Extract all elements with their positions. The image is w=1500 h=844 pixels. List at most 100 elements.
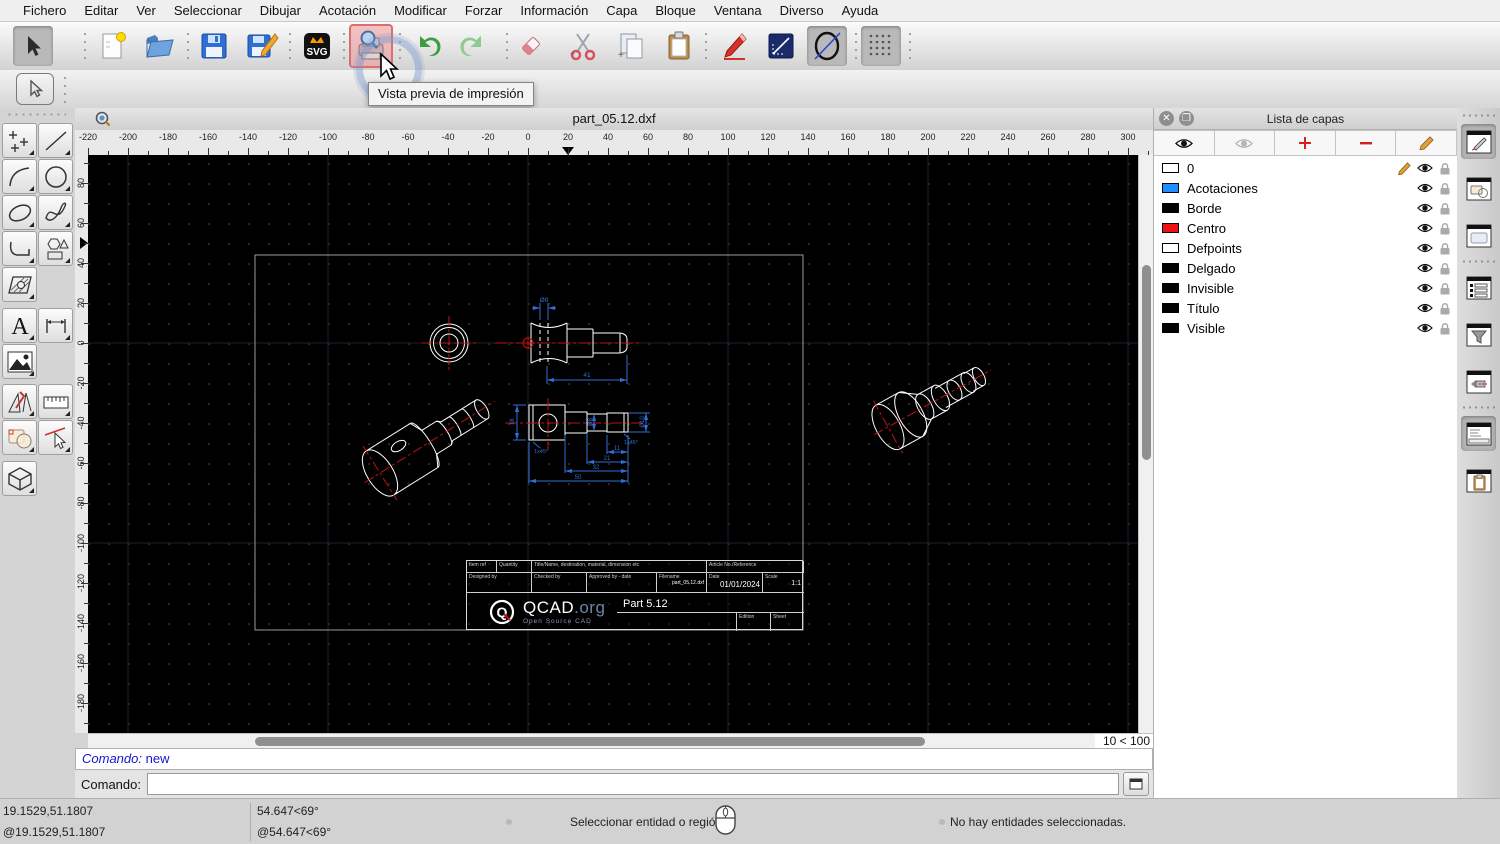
selection-filter-toggle-button[interactable] xyxy=(1461,317,1496,352)
command-input[interactable] xyxy=(146,773,1119,795)
layer-row-título[interactable]: Título xyxy=(1154,298,1457,318)
float-panel-icon[interactable]: ❐ xyxy=(1179,111,1194,126)
ellipse-palette-button[interactable] xyxy=(2,195,37,230)
lock-icon[interactable] xyxy=(1439,202,1451,215)
edit-pencil-icon[interactable] xyxy=(1397,161,1411,175)
open-file-button[interactable] xyxy=(140,26,180,66)
line-tool-button[interactable] xyxy=(761,26,801,66)
undo-button[interactable] xyxy=(407,26,447,66)
copy-button[interactable]: + xyxy=(611,26,651,66)
edit-layer-button[interactable] xyxy=(1396,130,1457,156)
lock-icon[interactable] xyxy=(1439,242,1451,255)
menu-dibujar[interactable]: Dibujar xyxy=(251,0,310,22)
command-options-button[interactable] xyxy=(1123,772,1149,796)
paste-button[interactable] xyxy=(659,26,699,66)
menu-editar[interactable]: Editar xyxy=(75,0,127,22)
layer-row-visible[interactable]: Visible xyxy=(1154,318,1457,338)
arc-tool-button[interactable] xyxy=(2,159,37,194)
menu-modificar[interactable]: Modificar xyxy=(385,0,456,22)
vertical-scrollbar[interactable] xyxy=(1138,155,1153,733)
save-as-button[interactable] xyxy=(242,26,282,66)
layer-row-delgado[interactable]: Delgado xyxy=(1154,258,1457,278)
eye-icon[interactable] xyxy=(1417,222,1433,234)
draw-pencil-button[interactable] xyxy=(714,26,754,66)
hide-all-layers-button[interactable] xyxy=(1214,130,1276,156)
close-panel-icon[interactable]: ✕ xyxy=(1159,111,1174,126)
redo-button[interactable] xyxy=(454,26,494,66)
measure-tool-button[interactable] xyxy=(38,384,73,419)
select-tool-button[interactable] xyxy=(16,73,54,105)
library-browser-toggle-button[interactable] xyxy=(1461,218,1496,253)
property-editor-toggle-button[interactable] xyxy=(1461,270,1496,305)
layer-row-centro[interactable]: Centro xyxy=(1154,218,1457,238)
menu-información[interactable]: Información xyxy=(511,0,597,22)
layer-row-invisible[interactable]: Invisible xyxy=(1154,278,1457,298)
lock-icon[interactable] xyxy=(1439,262,1451,275)
layer-list-toggle-button[interactable] xyxy=(1461,124,1496,159)
lock-icon[interactable] xyxy=(1439,162,1451,175)
menu-fichero[interactable]: Fichero xyxy=(14,0,75,22)
layer-row-defpoints[interactable]: Defpoints xyxy=(1154,238,1457,258)
eye-icon[interactable] xyxy=(1417,262,1433,274)
image-tool-button[interactable] xyxy=(2,344,37,379)
dimension-tool-button[interactable] xyxy=(38,308,73,343)
lock-icon[interactable] xyxy=(1439,302,1451,315)
view-toggle-button[interactable] xyxy=(1461,364,1496,399)
block-tools-button[interactable] xyxy=(2,420,37,455)
print-preview-button[interactable] xyxy=(349,24,393,68)
eye-icon[interactable] xyxy=(1417,322,1433,334)
solid-3d-tool-button[interactable] xyxy=(2,461,37,496)
menu-capa[interactable]: Capa xyxy=(597,0,646,22)
svg-export-button[interactable]: SVG xyxy=(297,26,337,66)
lock-icon[interactable] xyxy=(1439,322,1451,335)
hatch-tool-button[interactable] xyxy=(2,267,37,302)
text-tool-button[interactable]: A xyxy=(2,308,37,343)
menu-diverso[interactable]: Diverso xyxy=(771,0,833,22)
eraser-button[interactable] xyxy=(511,26,551,66)
palette-drag-handle[interactable] xyxy=(6,113,66,116)
menu-ver[interactable]: Ver xyxy=(127,0,165,22)
horizontal-scrollbar[interactable] xyxy=(88,733,1095,748)
remove-layer-button[interactable] xyxy=(1335,130,1397,156)
eye-icon[interactable] xyxy=(1417,282,1433,294)
cut-button[interactable]: + xyxy=(563,26,603,66)
layer-panel-header[interactable]: ✕ ❐ Lista de capas xyxy=(1154,108,1457,130)
drawing-canvas[interactable]: Ø8 41 18 1x45° Ø8 Ø10 1x45° 11 21 32 50 xyxy=(88,155,1138,733)
clipboard-panel-button[interactable] xyxy=(1461,463,1496,498)
h-scroll-thumb[interactable] xyxy=(255,737,925,746)
layer-row-0[interactable]: 0 xyxy=(1154,158,1457,178)
menu-acotación[interactable]: Acotación xyxy=(310,0,385,22)
grid-toggle-button[interactable] xyxy=(861,26,901,66)
eye-icon[interactable] xyxy=(1417,162,1433,174)
v-scroll-thumb[interactable] xyxy=(1142,265,1151,460)
save-button[interactable] xyxy=(194,26,234,66)
modify-entity-button[interactable] xyxy=(38,420,73,455)
spline-tool-button[interactable] xyxy=(38,195,73,230)
menu-ayuda[interactable]: Ayuda xyxy=(833,0,888,22)
shapes-tool-button[interactable] xyxy=(38,231,73,266)
menu-seleccionar[interactable]: Seleccionar xyxy=(165,0,251,22)
line-tool-palette-button[interactable] xyxy=(38,123,73,158)
lock-icon[interactable] xyxy=(1439,182,1451,195)
block-list-toggle-button[interactable] xyxy=(1461,171,1496,206)
circle-tool-button[interactable] xyxy=(38,159,73,194)
command-line-toggle-button[interactable] xyxy=(1461,416,1496,451)
eye-icon[interactable] xyxy=(1417,182,1433,194)
document-tab-title[interactable]: part_05.12.dxf xyxy=(75,108,1153,130)
eye-icon[interactable] xyxy=(1417,302,1433,314)
modify-tools-button[interactable] xyxy=(2,384,37,419)
menu-ventana[interactable]: Ventana xyxy=(705,0,771,22)
menu-bloque[interactable]: Bloque xyxy=(646,0,704,22)
eye-icon[interactable] xyxy=(1417,242,1433,254)
add-layer-button[interactable] xyxy=(1275,130,1336,156)
show-all-layers-button[interactable] xyxy=(1154,130,1215,156)
menu-forzar[interactable]: Forzar xyxy=(456,0,512,22)
layer-row-borde[interactable]: Borde xyxy=(1154,198,1457,218)
lock-icon[interactable] xyxy=(1439,282,1451,295)
layer-row-acotaciones[interactable]: Acotaciones xyxy=(1154,178,1457,198)
select-arrow-button[interactable] xyxy=(13,26,53,66)
eye-icon[interactable] xyxy=(1417,202,1433,214)
point-tool-button[interactable] xyxy=(2,123,37,158)
lock-icon[interactable] xyxy=(1439,222,1451,235)
polyline-tool-button[interactable] xyxy=(2,231,37,266)
